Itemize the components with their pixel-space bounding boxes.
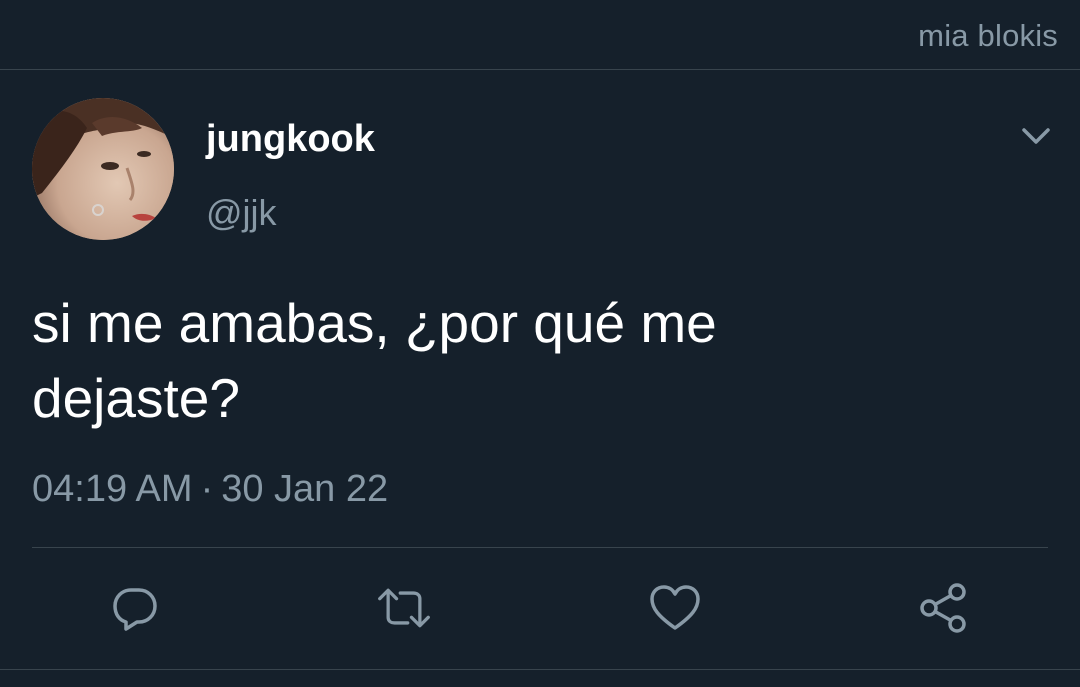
chevron-down-icon[interactable] [1016, 122, 1056, 152]
bottom-divider [0, 669, 1080, 670]
tweet-actions [0, 580, 1080, 636]
reply-button[interactable] [107, 580, 163, 636]
share-icon [920, 583, 966, 633]
tweet-text-line-2: dejaste? [32, 367, 240, 429]
tweet-time[interactable]: 04:19 AM [32, 468, 193, 510]
avatar[interactable] [32, 98, 174, 240]
share-button[interactable] [916, 580, 972, 636]
user-handle[interactable]: @jjk [206, 192, 277, 234]
reply-icon [113, 588, 157, 631]
display-name[interactable]: jungkook [206, 118, 375, 161]
retweet-icon [378, 588, 430, 628]
heart-icon [650, 585, 700, 630]
actions-divider [32, 547, 1048, 548]
tweet-timestamp[interactable]: 04:19 AM · 30 Jan 22 [32, 468, 388, 511]
watermark-text: mia blokis [918, 18, 1058, 53]
avatar-image [32, 98, 174, 240]
tweet-text: si me amabas, ¿por qué me dejaste? [32, 286, 1032, 436]
top-divider [0, 69, 1080, 70]
tweet-text-line-1: si me amabas, ¿por qué me [32, 292, 717, 354]
tweet-date[interactable]: 30 Jan 22 [221, 468, 388, 510]
like-button[interactable] [647, 580, 703, 636]
retweet-button[interactable] [376, 580, 432, 636]
timestamp-separator: · [200, 468, 214, 510]
